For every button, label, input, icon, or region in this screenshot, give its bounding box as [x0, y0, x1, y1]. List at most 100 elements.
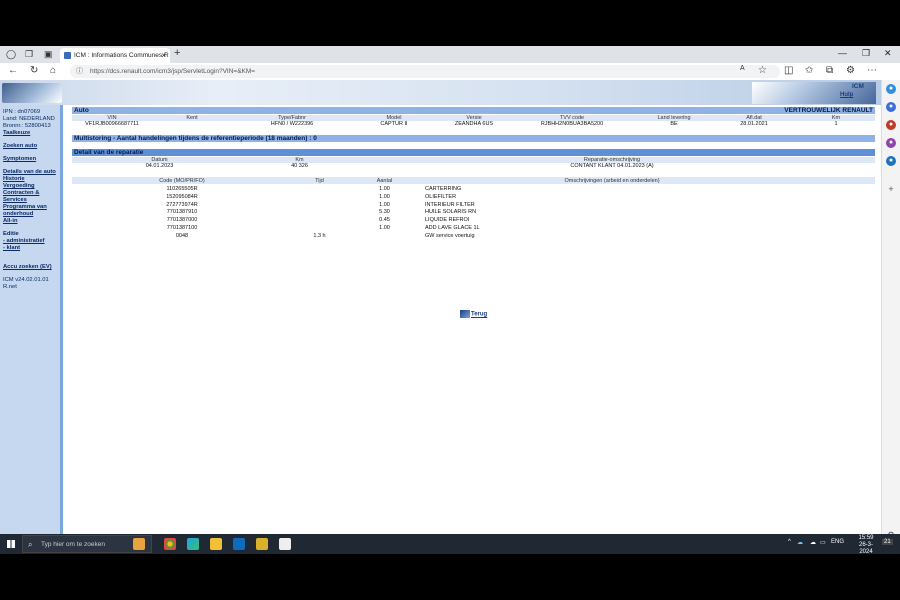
address-url: https://dcs.renault.com/icm3/jsp/Servlet… [90, 68, 256, 75]
workspaces-icon[interactable]: ❐ [25, 49, 33, 60]
weather-icon[interactable]: ☁ [797, 539, 803, 546]
extensions-icon[interactable]: ⚙ [846, 65, 855, 76]
editie-label: Editie [3, 231, 19, 237]
chrome-icon[interactable] [164, 538, 176, 550]
parts-cell-code: 7701387910 [166, 209, 198, 216]
hulp-link[interactable]: Hulp [840, 92, 853, 98]
parts-cell-code: 110265505R [166, 186, 198, 192]
tab-actions-icon[interactable]: ▣ [44, 49, 53, 60]
icm-label: ICM [852, 83, 864, 90]
clock[interactable]: 15:59 26-3-2024 [855, 535, 877, 556]
terug-link[interactable]: Terug [460, 310, 487, 318]
favorites-icon[interactable]: ✩ [805, 65, 813, 76]
new-tab-button[interactable]: + [174, 47, 180, 59]
network-icon[interactable]: ▭ [820, 539, 826, 546]
tab-close-icon[interactable]: × [161, 48, 166, 63]
auto-value-land: BE [670, 121, 678, 127]
details-auto-link[interactable]: Details van de auto [0, 169, 60, 176]
tray-chevron-icon[interactable]: ^ [788, 539, 791, 545]
parts-cell-desc: HUILE SOLARIS RN [425, 209, 477, 216]
notification-badge[interactable]: 21 [882, 539, 893, 545]
accu-zoeken-link[interactable]: Accu zoeken (EV) [0, 264, 60, 271]
games-sidebar-icon[interactable]: ● [886, 138, 896, 148]
administratief-link[interactable]: - administratief [0, 238, 60, 245]
zoeken-auto-link[interactable]: Zoeken auto [0, 143, 60, 150]
add-sidebar-icon[interactable]: + [886, 184, 896, 194]
search-sidebar-icon[interactable]: ● [886, 102, 896, 112]
lang-indicator[interactable]: ENG [831, 539, 844, 545]
split-screen-icon[interactable]: ◫ [784, 65, 793, 76]
parts-cell-code: 272773974R [166, 201, 198, 208]
outlook-icon[interactable] [233, 538, 245, 550]
outlook-sidebar-icon[interactable]: ● [886, 156, 896, 166]
widget-icon[interactable] [133, 538, 145, 550]
search-icon: ⌕ [28, 540, 33, 549]
restore-icon[interactable]: ❐ [862, 48, 870, 59]
contracten-link[interactable]: Contracten & Services [0, 190, 60, 204]
auto-header-kent: Kent [186, 115, 198, 121]
historie-link[interactable]: Historie [0, 176, 60, 183]
address-bar[interactable]: ⓘ https://dcs.renault.com/icm3/jsp/Servl… [70, 65, 780, 78]
window-close-icon[interactable]: ✕ [884, 48, 892, 59]
version-text: ICM v24.02.01.01 [3, 277, 49, 283]
vergoeding-link[interactable]: Vergoeding [0, 183, 60, 190]
browser-nav-bar: ← ↻ ⌂ ⓘ https://dcs.renault.com/icm3/jsp… [0, 63, 900, 81]
parts-cell-tijd: 1.3 h [313, 232, 326, 239]
read-aloud-icon[interactable]: A [740, 65, 745, 72]
more-menu-icon[interactable]: ⋯ [867, 65, 877, 76]
parts-cell-aantal: 1.00 [379, 225, 390, 231]
multistoring-bar: Multistoring - Aantal handelingen tijden… [72, 135, 875, 142]
symptomen-link[interactable]: Symptomen [0, 156, 60, 163]
parts-cell-desc: ADD LAVE GLACE 1L [425, 225, 480, 231]
info-icon[interactable]: ⓘ [76, 65, 83, 78]
parts-cell-desc: OLIEFILTER [425, 193, 457, 200]
collections-icon[interactable]: ⧉ [826, 65, 833, 76]
parts-cell-code: 0048 [175, 232, 189, 239]
auto-value-versie: ZEANDHA 6US [454, 121, 494, 127]
parts-cell-desc: GW service voertuig [425, 232, 475, 239]
windows-start-icon[interactable] [7, 540, 15, 548]
parts-cell-desc: LIQUIDE REFROI [425, 217, 470, 224]
edge-sidebar: ● ● ● ● ● + ⚙ [881, 80, 900, 554]
auto-section-bar: Auto VERTROUWELIJK RENAULT [72, 107, 875, 114]
parts-cell-aantal: 5.30 [379, 209, 390, 216]
profile-icon[interactable]: ◯ [6, 49, 16, 60]
icm-sidebar: IPN : dn07069 Land: NEDERLAND Bronnr.: 5… [0, 105, 63, 554]
parts-header-aantal: Aantal [376, 178, 393, 184]
home-icon[interactable]: ⌂ [50, 65, 56, 76]
taskbar-search-placeholder: Typ hier om te zoeken [41, 541, 105, 548]
taalkeuze-link[interactable]: Taalkeuze [0, 130, 60, 137]
parts-cell-aantal: 1.00 [379, 193, 390, 200]
renault-logo-left [2, 83, 62, 103]
auto-section-title: Auto [74, 107, 89, 114]
minimize-icon[interactable]: — [838, 48, 847, 58]
app-icon[interactable] [256, 538, 268, 550]
land-text: Land: NEDERLAND [3, 116, 55, 122]
all-in-link[interactable]: All-in [0, 218, 60, 225]
favorite-star-icon[interactable]: ☆ [758, 65, 767, 76]
auto-value-tvv: RJBHH2N0BUA3BA5200 [540, 121, 604, 127]
screen: ◯ ❐ ▣ ICM : Informations Communes R × + … [0, 46, 900, 554]
klant-link[interactable]: - klant [0, 245, 60, 252]
file-explorer-icon[interactable] [210, 538, 222, 550]
programma-link[interactable]: Programma van onderhoud [0, 204, 60, 218]
parts-cell-code: 152095084R [166, 193, 198, 200]
parts-cell-aantal: 0.45 [379, 217, 390, 224]
clock-date: 26-3-2024 [858, 542, 873, 555]
edge-icon[interactable] [187, 538, 199, 550]
notepad-icon[interactable] [279, 538, 291, 550]
auto-value-km: 1 [834, 121, 838, 127]
parts-cell-aantal: 1.00 [379, 201, 390, 208]
tools-sidebar-icon[interactable]: ● [886, 120, 896, 130]
onedrive-icon[interactable]: ☁ [810, 539, 816, 546]
confidential-label: VERTROUWELIJK RENAULT [784, 107, 873, 114]
rnet-text: R.net [3, 284, 17, 290]
bronnr-text: Bronnr.: 52800413 [3, 123, 51, 129]
parts-cell-code: 7701387100 [166, 225, 198, 231]
copilot-icon[interactable]: ● [886, 84, 896, 94]
browser-tab[interactable]: ICM : Informations Communes R × [60, 48, 170, 63]
multistoring-text: Multistoring - Aantal handelingen tijden… [74, 135, 317, 142]
back-icon[interactable]: ← [8, 65, 18, 76]
refresh-icon[interactable]: ↻ [30, 65, 38, 76]
browser-tab-bar: ◯ ❐ ▣ ICM : Informations Communes R × + … [0, 46, 900, 63]
